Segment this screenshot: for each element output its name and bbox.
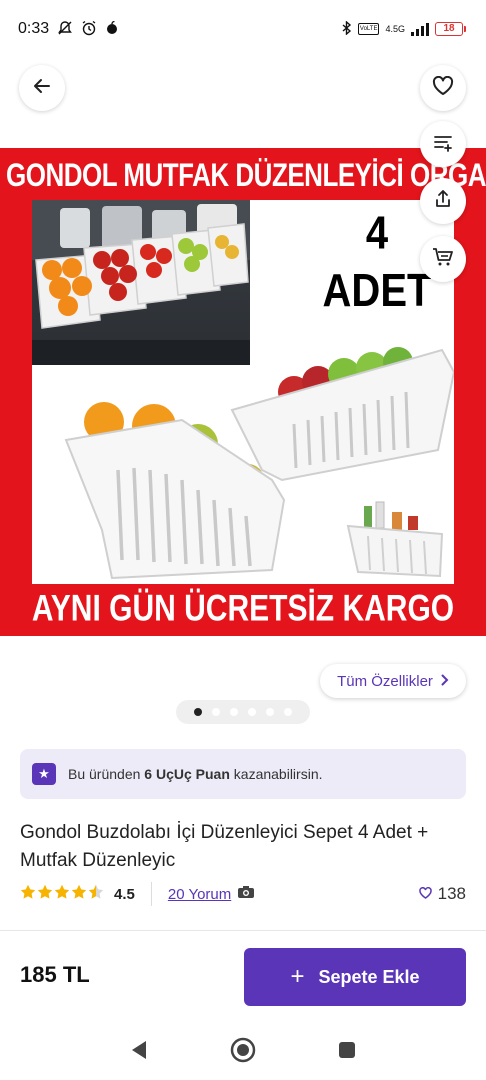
add-to-cart-button[interactable]: + Sepete Ekle <box>244 948 466 1006</box>
heart-icon <box>432 75 454 101</box>
points-value: 6 UçUç Puan <box>144 766 230 782</box>
cart-icon <box>432 247 454 272</box>
status-left: 0:33 <box>18 20 119 39</box>
pagination-dot[interactable] <box>230 708 238 716</box>
volte-icon: VoLTE <box>357 23 380 35</box>
system-nav-bar <box>0 1024 486 1080</box>
all-features-label: Tüm Özellikler <box>337 672 433 690</box>
rating-row: 4.5 20 Yorum 138 <box>20 880 466 908</box>
network-type: 4.5G <box>385 24 405 34</box>
alarm-icon <box>81 20 97 39</box>
star-rating-icon <box>20 884 104 899</box>
nav-home-icon[interactable] <box>230 1037 256 1068</box>
status-right: VoLTE 4.5G 18 <box>342 19 466 38</box>
all-features-button[interactable]: Tüm Özellikler <box>320 664 466 698</box>
rating-divider <box>150 882 152 906</box>
nav-back-icon[interactable] <box>130 1040 148 1065</box>
divider <box>0 930 486 931</box>
bluetooth-icon <box>342 19 352 38</box>
chevron-right-icon <box>441 673 449 690</box>
share-button[interactable] <box>420 178 466 224</box>
product-photo-panel: 4 ADET <box>32 200 454 584</box>
pagination-dot[interactable] <box>194 708 202 716</box>
favorites-count: 138 <box>418 884 466 904</box>
camera-icon <box>237 885 255 903</box>
favorite-button[interactable] <box>420 65 466 111</box>
rating-stars <box>20 884 106 905</box>
add-to-cart-label: Sepete Ekle <box>318 966 420 987</box>
compare-button[interactable] <box>420 121 466 167</box>
product-title: Gondol Buzdolabı İçi Düzenleyici Sepet 4… <box>20 822 429 871</box>
points-text: Bu üründen 6 UçUç Puan kazanabilirsin. <box>68 766 323 782</box>
battery-level: 18 <box>435 22 463 36</box>
signal-icon <box>411 22 429 36</box>
pagination-dot[interactable] <box>266 708 274 716</box>
star-badge-icon: ★ <box>32 763 56 785</box>
heart-outline-icon <box>418 886 432 902</box>
image-pagination[interactable] <box>176 700 310 724</box>
notifications-off-icon <box>57 20 73 39</box>
nav-recents-icon[interactable] <box>338 1041 356 1064</box>
pagination-dot[interactable] <box>248 708 256 716</box>
plus-icon: + <box>290 963 305 990</box>
back-button[interactable] <box>19 65 65 111</box>
cart-button[interactable] <box>420 236 466 282</box>
status-time: 0:33 <box>18 20 50 37</box>
favorites-value: 138 <box>437 884 466 903</box>
status-bar: 0:33 VoLTE 4.5G 18 <box>0 0 486 58</box>
points-banner: ★ Bu üründen 6 UçUç Puan kazanabilirsin. <box>20 749 466 799</box>
price: 185 TL <box>20 962 90 987</box>
rating-value: 4.5 <box>114 885 135 903</box>
pagination-dot[interactable] <box>284 708 292 716</box>
product-image[interactable]: GONDOL MUTFAK DÜZENLEYİCİ ORGANİZER <box>0 148 486 636</box>
banner-top-text: GONDOL MUTFAK DÜZENLEYİCİ ORGANİZER <box>6 156 486 194</box>
share-icon <box>433 189 453 214</box>
points-suffix: kazanabilirsin. <box>229 766 323 782</box>
points-prefix: Bu üründen <box>68 766 145 782</box>
basket-illustration <box>64 347 454 580</box>
battery-icon: 18 <box>435 22 466 36</box>
banner-bottom-text: AYNI GÜN ÜCRETSİZ KARGO <box>31 588 455 630</box>
app-notification-icon <box>105 20 119 38</box>
reviews-link[interactable]: 20 Yorum <box>168 886 231 903</box>
filter-icon <box>433 132 453 157</box>
pagination-dot[interactable] <box>212 708 220 716</box>
arrow-left-icon <box>32 76 52 101</box>
